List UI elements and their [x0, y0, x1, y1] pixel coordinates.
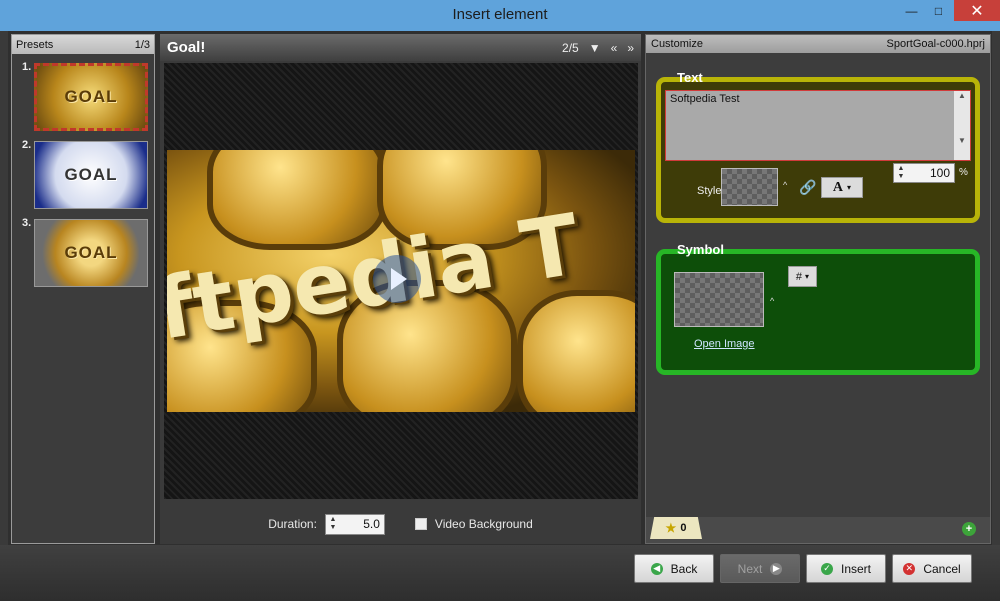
cancel-label: Cancel	[923, 561, 961, 576]
presets-panel: Presets 1/3 1. GOAL 2. GOAL 3. GOAL	[11, 34, 155, 544]
preview-position: 2/5	[562, 40, 579, 55]
size-unit: %	[959, 167, 968, 178]
text-scrollbar[interactable]: ▲ ▼	[954, 91, 970, 160]
insert-icon: ✓	[820, 562, 833, 575]
caret-up-icon[interactable]: ^	[770, 296, 774, 306]
preset-thumbnail[interactable]: GOAL	[34, 141, 148, 209]
preset-number: 2.	[22, 139, 32, 151]
customize-header: Customize SportGoal-c000.hprj	[646, 35, 990, 53]
preset-item-3[interactable]: 3. GOAL	[16, 215, 150, 287]
customize-tab-bar: ★ 0 +	[646, 517, 990, 543]
symbol-swatch[interactable]	[674, 272, 764, 327]
dropdown-arrow-icon[interactable]: ▼	[589, 41, 601, 55]
preset-number: 1.	[22, 61, 32, 73]
preset-item-1[interactable]: 1. GOAL	[16, 59, 150, 131]
add-tab-icon[interactable]: +	[962, 522, 976, 536]
preview-stage: ftpedia T	[164, 63, 638, 499]
minimize-button[interactable]: —	[898, 0, 925, 21]
video-background-checkbox[interactable]	[414, 518, 427, 530]
preset-label: GOAL	[64, 165, 118, 184]
customize-panel: Customize SportGoal-c000.hprj Text Softp…	[645, 34, 991, 544]
symbol-button-label: #	[795, 270, 803, 283]
next-icon[interactable]: »	[627, 41, 634, 55]
insert-button[interactable]: ✓ Insert	[806, 554, 886, 583]
preview-title: Goal!	[167, 39, 206, 56]
style-swatch[interactable]	[721, 168, 778, 206]
presets-header: Presets 1/3	[12, 35, 154, 54]
duration-label: Duration:	[268, 517, 317, 531]
symbol-group-title: Symbol	[677, 242, 724, 257]
hexagon-shape	[517, 290, 635, 412]
window-title: Insert element	[452, 6, 548, 23]
insert-label: Insert	[840, 561, 871, 576]
tab-label: 0	[680, 522, 687, 534]
preset-thumbnail[interactable]: GOAL	[34, 219, 148, 287]
preset-thumbnail[interactable]: GOAL	[34, 63, 148, 131]
stepper-arrows-icon[interactable]: ▲ ▼	[326, 516, 340, 532]
back-button[interactable]: ◀ Back	[634, 554, 714, 583]
open-image-link[interactable]: Open Image	[694, 338, 755, 350]
tab-0[interactable]: ★ 0	[650, 517, 702, 539]
close-button[interactable]: ✕	[954, 0, 1000, 21]
font-button[interactable]: A ▾	[821, 177, 863, 198]
link-icon[interactable]: 🔗	[799, 179, 816, 196]
duration-value[interactable]: 5.0	[340, 517, 384, 531]
preset-number: 3.	[22, 217, 32, 229]
back-label: Back	[670, 561, 698, 576]
text-group-title: Text	[677, 70, 703, 85]
previous-icon[interactable]: «	[611, 41, 618, 55]
presets-title: Presets	[16, 38, 54, 51]
font-button-label: A	[832, 179, 844, 195]
star-icon: ★	[665, 521, 677, 535]
cancel-icon: ✕	[903, 562, 916, 575]
button-bar: ◀ Back Next ▶ ✓ Insert ✕ Cancel	[0, 545, 1000, 601]
symbol-button[interactable]: # ▾	[788, 266, 817, 287]
next-button[interactable]: Next ▶	[720, 554, 800, 583]
play-icon[interactable]	[373, 255, 421, 303]
symbol-group: Symbol ^ # ▾ Open Image	[656, 242, 980, 375]
back-icon: ◀	[650, 562, 663, 575]
cancel-button[interactable]: ✕ Cancel	[892, 554, 972, 583]
video-background-label: Video Background	[434, 517, 533, 531]
preview-header: Goal! 2/5 ▼ « »	[160, 34, 641, 61]
preview-panel: Goal! 2/5 ▼ « » ftpedia T Duration: ▲ ▼ 5…	[160, 34, 641, 544]
chevron-down-icon: ▾	[805, 272, 810, 281]
text-input[interactable]: Softpedia Test ▲ ▼	[665, 90, 971, 161]
preset-label: GOAL	[64, 87, 118, 106]
next-label: Next	[737, 561, 763, 576]
preset-label: GOAL	[64, 243, 118, 262]
duration-stepper[interactable]: ▲ ▼ 5.0	[324, 513, 385, 535]
size-value[interactable]: 100	[908, 166, 954, 180]
video-preview[interactable]: ftpedia T	[167, 150, 635, 412]
stepper-arrows-icon[interactable]: ▲ ▼	[894, 165, 908, 181]
preview-footer: Duration: ▲ ▼ 5.0 Video Background	[160, 504, 641, 544]
text-group: Text Softpedia Test ▲ ▼ ▲ ▼ 100 % Style: ^…	[656, 70, 980, 223]
next-icon: ▶	[770, 562, 783, 575]
caret-up-icon[interactable]: ^	[783, 180, 787, 190]
presets-page-indicator: 1/3	[134, 38, 150, 51]
size-stepper[interactable]: ▲ ▼ 100	[893, 163, 955, 183]
text-input-value: Softpedia Test	[670, 93, 740, 105]
project-file-name: SportGoal-c000.hprj	[886, 38, 985, 50]
chevron-down-icon: ▾	[847, 183, 852, 192]
preview-nav: 2/5 ▼ « »	[562, 41, 634, 55]
customize-title: Customize	[651, 38, 703, 50]
window-title-bar: Insert element — □ ✕	[0, 0, 1000, 31]
maximize-button[interactable]: □	[925, 0, 952, 21]
preset-item-2[interactable]: 2. GOAL	[16, 137, 150, 209]
